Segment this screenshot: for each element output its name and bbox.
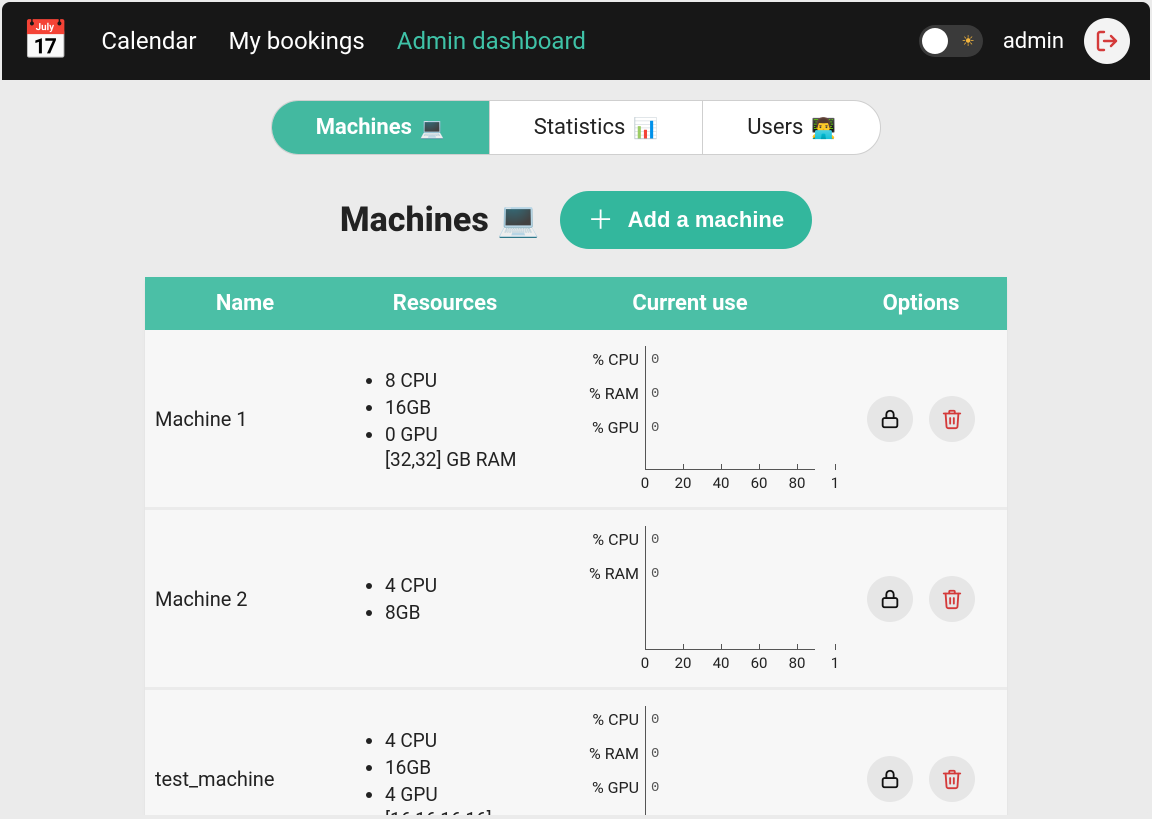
- resource-item: 16GB: [385, 754, 535, 781]
- username-label: admin: [1003, 29, 1064, 54]
- lock-button[interactable]: [867, 756, 913, 802]
- delete-button[interactable]: [929, 756, 975, 802]
- chart-x-tick: 20: [675, 474, 692, 492]
- chart-metric-label: % CPU: [555, 350, 639, 369]
- trash-icon: [941, 408, 963, 430]
- lock-button[interactable]: [867, 396, 913, 442]
- resource-item: 8 CPU: [385, 367, 535, 394]
- resource-item: 0 GPU: [385, 421, 535, 448]
- resource-extra: [32,32] GB RAM: [355, 448, 535, 471]
- chart-x-tick: 0: [641, 474, 649, 492]
- plus-icon: ＋: [588, 207, 614, 233]
- nav-admin-dashboard[interactable]: Admin dashboard: [397, 27, 586, 55]
- lock-icon: [879, 768, 901, 790]
- admin-tabs: Machines 💻 Statistics 📊 Users 👨‍💻: [271, 100, 882, 155]
- sun-icon: ☀: [961, 32, 974, 50]
- machine-usage-chart: % CPU0% RAM00204060801: [545, 512, 835, 686]
- col-current-use: Current use: [545, 277, 835, 330]
- chart-metric-value: 0: [651, 532, 659, 548]
- machine-name: test_machine: [145, 755, 345, 803]
- machine-resources: 8 CPU16GB0 GPU[32,32] GB RAM: [345, 355, 545, 483]
- chart-metric-value: 0: [651, 566, 659, 582]
- machine-options: [835, 744, 1007, 814]
- chart-x-tick: 80: [789, 474, 806, 492]
- lock-icon: [879, 408, 901, 430]
- logout-icon: [1095, 29, 1119, 53]
- table-row: Machine 24 CPU8GB% CPU0% RAM00204060801: [145, 510, 1007, 690]
- table-header-row: Name Resources Current use Options: [145, 277, 1007, 330]
- tab-users[interactable]: Users 👨‍💻: [703, 101, 880, 154]
- chart-x-tick: 60: [751, 654, 768, 672]
- chart-metric-value: 0: [651, 386, 659, 402]
- chart-icon: 📊: [633, 116, 658, 140]
- resource-item: 16GB: [385, 394, 535, 421]
- lock-button[interactable]: [867, 576, 913, 622]
- person-icon: 👨‍💻: [811, 116, 836, 140]
- chart-x-tick: 20: [675, 654, 692, 672]
- theme-toggle[interactable]: ☀: [919, 25, 983, 57]
- chart-metric-label: % CPU: [555, 710, 639, 729]
- chart-metric-label: % GPU: [555, 418, 639, 437]
- resource-item: 4 CPU: [385, 572, 535, 599]
- tab-machines[interactable]: Machines 💻: [272, 101, 490, 154]
- laptop-icon: 💻: [420, 116, 445, 140]
- machine-usage-chart: % CPU0% RAM0% GPU00204060801: [545, 692, 835, 816]
- resource-extra: [16,16,16,16]: [355, 808, 535, 816]
- tab-statistics-label: Statistics: [534, 115, 626, 140]
- resource-item: 4 GPU: [385, 781, 535, 808]
- calendar-icon: 📅: [22, 22, 69, 60]
- chart-metric-value: 0: [651, 352, 659, 368]
- machine-usage-chart: % CPU0% RAM0% GPU00204060801: [545, 332, 835, 506]
- chart-metric-value: 0: [651, 780, 659, 796]
- col-name: Name: [145, 277, 345, 330]
- table-row: test_machine4 CPU16GB4 GPU[16,16,16,16]%…: [145, 690, 1007, 815]
- logout-button[interactable]: [1084, 18, 1130, 64]
- machine-options: [835, 384, 1007, 454]
- chart-metric-label: % RAM: [555, 564, 639, 583]
- machine-options: [835, 564, 1007, 634]
- nav-my-bookings[interactable]: My bookings: [229, 27, 365, 55]
- tab-users-label: Users: [747, 115, 803, 140]
- chart-x-tick: 1: [831, 474, 839, 492]
- machine-resources: 4 CPU8GB: [345, 560, 545, 638]
- chart-x-tick: 40: [713, 654, 730, 672]
- chart-x-tick: 60: [751, 474, 768, 492]
- toggle-knob: [922, 28, 948, 54]
- table-row: Machine 18 CPU16GB0 GPU[32,32] GB RAM% C…: [145, 330, 1007, 510]
- add-machine-label: Add a machine: [628, 207, 784, 233]
- tab-machines-label: Machines: [316, 115, 412, 140]
- page-title: Machines 💻: [340, 200, 540, 240]
- chart-x-tick: 0: [641, 654, 649, 672]
- chart-metric-label: % RAM: [555, 744, 639, 763]
- machine-name: Machine 1: [145, 395, 345, 443]
- chart-metric-value: 0: [651, 712, 659, 728]
- chart-metric-label: % CPU: [555, 530, 639, 549]
- machine-name: Machine 2: [145, 575, 345, 623]
- resource-item: 4 CPU: [385, 727, 535, 754]
- machine-resources: 4 CPU16GB4 GPU[16,16,16,16]: [345, 715, 545, 816]
- lock-icon: [879, 588, 901, 610]
- trash-icon: [941, 588, 963, 610]
- delete-button[interactable]: [929, 396, 975, 442]
- resource-item: 8GB: [385, 599, 535, 626]
- chart-metric-label: % RAM: [555, 384, 639, 403]
- chart-metric-label: % GPU: [555, 778, 639, 797]
- chart-x-tick: 40: [713, 474, 730, 492]
- col-resources: Resources: [345, 277, 545, 330]
- chart-x-tick: 80: [789, 654, 806, 672]
- machines-table: Name Resources Current use Options Machi…: [145, 277, 1007, 815]
- top-nav: 📅 Calendar My bookings Admin dashboard ☀…: [2, 2, 1150, 80]
- tab-statistics[interactable]: Statistics 📊: [490, 101, 703, 154]
- add-machine-button[interactable]: ＋ Add a machine: [560, 191, 813, 249]
- trash-icon: [941, 768, 963, 790]
- nav-calendar[interactable]: Calendar: [101, 27, 196, 55]
- chart-metric-value: 0: [651, 746, 659, 762]
- chart-x-tick: 1: [831, 654, 839, 672]
- chart-metric-value: 0: [651, 420, 659, 436]
- delete-button[interactable]: [929, 576, 975, 622]
- col-options: Options: [835, 277, 1007, 330]
